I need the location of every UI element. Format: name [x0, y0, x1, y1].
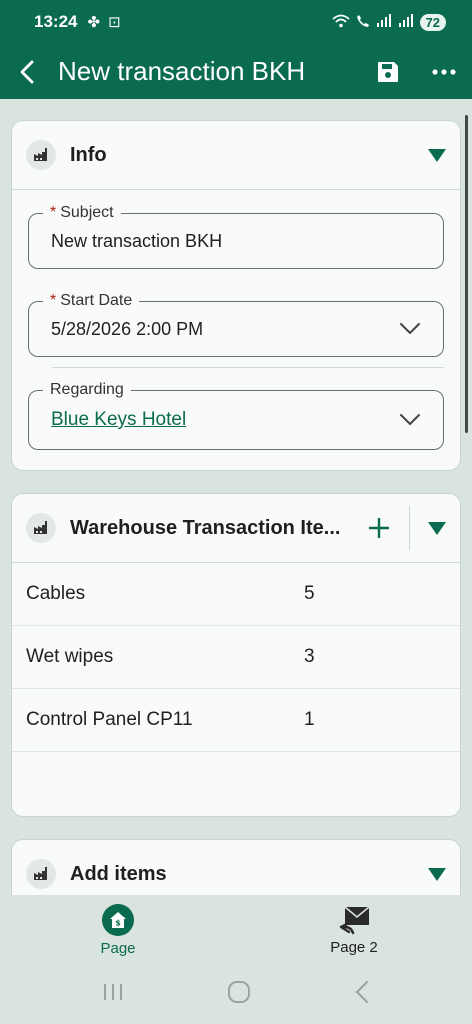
- collapse-triangle-icon[interactable]: [428, 521, 446, 535]
- back-arrow-icon: [20, 60, 34, 83]
- status-left-icons: ✤ ⊡: [87, 13, 120, 31]
- back-button[interactable]: [0, 44, 54, 99]
- table-row[interactable]: Control Panel CP11 1: [12, 689, 460, 752]
- status-time: 13:24: [34, 12, 78, 31]
- page-icon: $: [102, 903, 134, 936]
- item-quantity: 1: [304, 709, 315, 730]
- info-card: Info * Subject New transaction BKH * Start…: [11, 120, 461, 471]
- add-items-title: Add items: [70, 862, 167, 885]
- more-options-button[interactable]: [416, 44, 472, 99]
- subject-group: * Subject New transaction BKH: [12, 203, 460, 269]
- start-date-group: * Start Date 5/28/2026 2:00 PM: [12, 291, 460, 357]
- call-icon: [356, 14, 370, 31]
- signal-icon: [376, 14, 392, 30]
- subject-label: * Subject: [43, 203, 121, 223]
- factory-icon: [26, 140, 56, 170]
- required-asterisk: *: [50, 292, 57, 309]
- back-chevron-icon: [355, 981, 369, 1003]
- nav-page-label: Page: [100, 939, 136, 957]
- subject-value: New transaction BKH: [51, 230, 223, 251]
- system-back-button[interactable]: [354, 980, 370, 1009]
- collapse-triangle-icon[interactable]: [428, 148, 446, 162]
- regarding-link[interactable]: Blue Keys Hotel: [51, 409, 399, 431]
- recent-apps-icon: [103, 984, 122, 1000]
- app-bar: New transaction BKH: [0, 44, 472, 99]
- warehouse-items-title: Warehouse Transaction Ite...: [70, 516, 341, 539]
- svg-text:$: $: [115, 918, 121, 927]
- nav-page-2[interactable]: Page 2: [236, 895, 472, 965]
- add-items-card: Add items: [11, 839, 461, 895]
- table-row[interactable]: Wet wipes 3: [12, 626, 460, 689]
- required-asterisk: *: [50, 204, 57, 221]
- nav-page-2-label: Page 2: [330, 938, 378, 956]
- item-name: Cables: [26, 583, 86, 604]
- regarding-label: Regarding: [43, 380, 131, 400]
- info-card-header[interactable]: Info: [12, 121, 460, 189]
- bottom-navigation: $ Page Page 2: [0, 895, 472, 965]
- start-date-label: * Start Date: [43, 291, 140, 311]
- warehouse-items-card: Warehouse Transaction Ite... Cables 5 We…: [11, 493, 461, 817]
- subject-field[interactable]: * Subject New transaction BKH: [28, 203, 444, 269]
- system-navigation: [0, 965, 472, 1024]
- mail-reply-icon: [339, 905, 370, 934]
- item-quantity: 3: [304, 646, 315, 667]
- plus-icon: [369, 518, 389, 538]
- regarding-group: Regarding Blue Keys Hotel: [12, 380, 460, 450]
- info-section-title: Info: [70, 143, 107, 166]
- nav-page[interactable]: $ Page: [0, 895, 236, 965]
- item-name: Wet wipes: [26, 646, 114, 667]
- add-item-button[interactable]: [363, 512, 395, 544]
- more-dots-icon: [432, 68, 456, 75]
- item-quantity: 5: [304, 583, 315, 604]
- factory-icon: [26, 859, 56, 889]
- divider: [52, 367, 444, 368]
- home-button[interactable]: [227, 980, 251, 1009]
- recent-apps-button[interactable]: [102, 982, 124, 1007]
- item-name: Control Panel CP11: [26, 709, 193, 730]
- chevron-down-icon: [400, 323, 420, 335]
- fan-icon: ✤: [87, 14, 101, 31]
- factory-icon: [26, 513, 56, 543]
- save-button[interactable]: [360, 44, 416, 99]
- add-items-header[interactable]: Add items: [12, 840, 460, 895]
- chevron-down-icon: [400, 414, 420, 426]
- scrollbar[interactable]: [465, 115, 468, 433]
- status-right: 72: [331, 13, 446, 31]
- page-title: New transaction BKH: [58, 56, 306, 86]
- vertical-divider: [409, 506, 410, 550]
- start-date-value: 5/28/2026 2:00 PM: [51, 318, 204, 339]
- warehouse-items-header[interactable]: Warehouse Transaction Ite...: [12, 494, 460, 562]
- status-bar: 13:24 ✤ ⊡ 72: [0, 0, 472, 44]
- collapse-triangle-icon[interactable]: [428, 867, 446, 881]
- table-row[interactable]: Cables 5: [12, 563, 460, 626]
- start-date-field[interactable]: * Start Date 5/28/2026 2:00 PM: [28, 291, 444, 357]
- home-circle-icon: [227, 981, 250, 1003]
- form-content[interactable]: Info * Subject New transaction BKH * Start…: [0, 99, 472, 895]
- battery-indicator: 72: [419, 13, 446, 31]
- signal-icon-2: [398, 14, 414, 30]
- regarding-field[interactable]: Regarding Blue Keys Hotel: [28, 380, 444, 450]
- save-icon: [378, 61, 398, 82]
- screenshot-icon: ⊡: [108, 14, 121, 31]
- divider: [12, 189, 460, 190]
- wifi-icon: [331, 14, 350, 31]
